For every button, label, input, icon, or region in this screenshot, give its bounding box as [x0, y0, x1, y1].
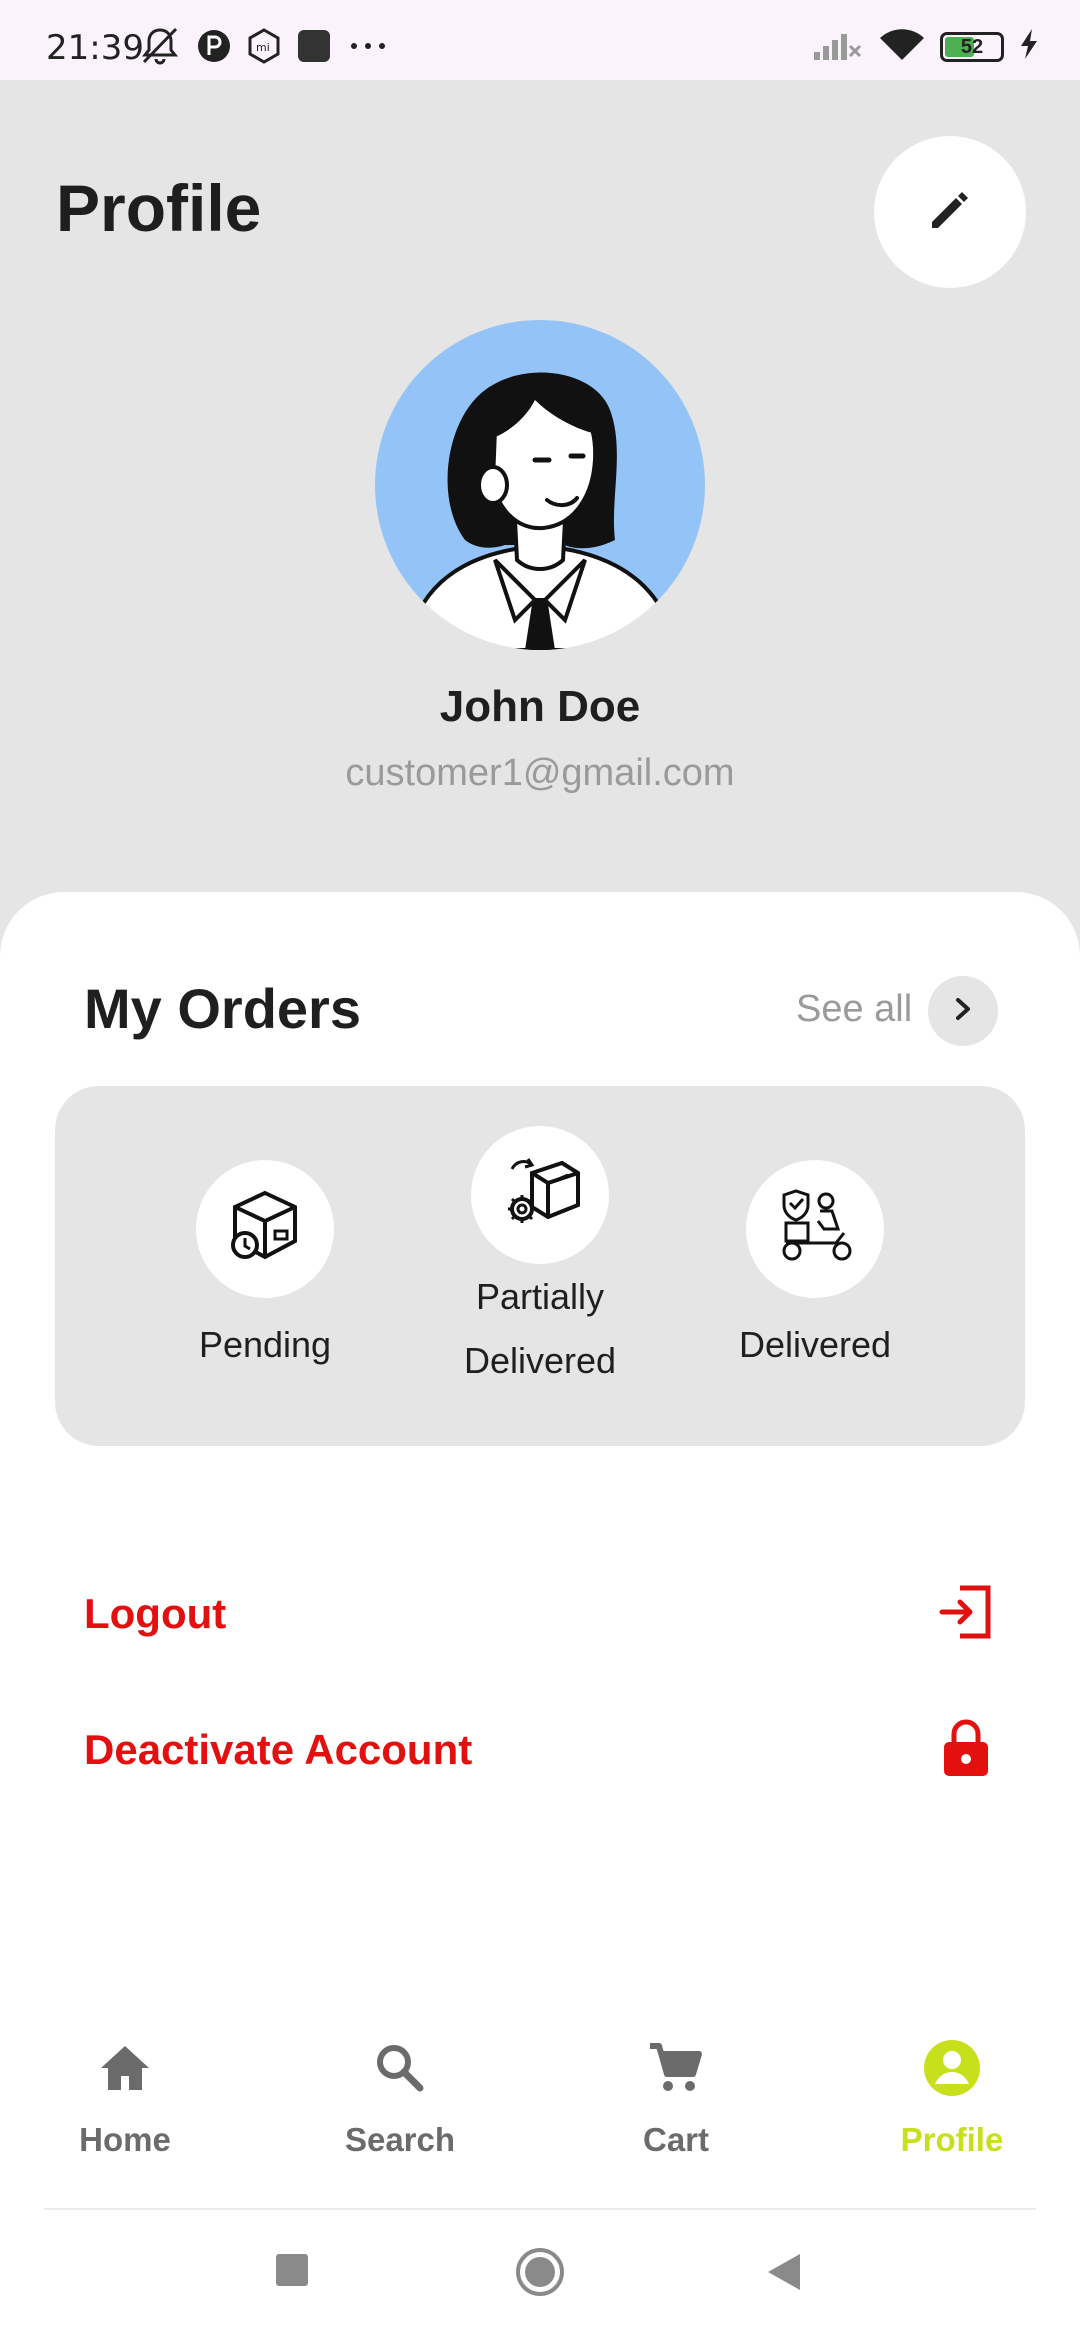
mute-icon [138, 26, 182, 71]
nav-search-label: Search [344, 2121, 456, 2158]
nav-divider [44, 2208, 1036, 2210]
status-time: 21:39 [46, 28, 144, 68]
deactivate-label: Deactivate Account [84, 1726, 473, 1773]
square-icon [296, 28, 332, 69]
wifi-icon [878, 26, 926, 67]
logout-icon [936, 1582, 996, 1647]
user-email: customer1@gmail.com [345, 752, 735, 794]
delivery-scooter-icon [772, 1187, 858, 1272]
pending-circle [196, 1160, 334, 1298]
order-status-pending[interactable]: Pending [165, 1160, 365, 1378]
pending-label: Pending [198, 1324, 332, 1365]
nav-profile[interactable]: Profile [852, 2038, 1052, 2159]
see-all-link[interactable]: See all [796, 988, 912, 1031]
nav-search[interactable]: Search [300, 2038, 500, 2159]
profile-header: Profile John Doe customer1@gmail.com [0, 80, 1080, 980]
lock-icon [936, 1716, 996, 1785]
box-clock-icon [225, 1187, 305, 1272]
mi-icon: mi [246, 28, 282, 69]
delivered-label: Delivered [738, 1324, 892, 1365]
back-button[interactable] [764, 2252, 804, 2297]
battery-icon: 52 [940, 31, 1004, 62]
bottom-nav: Home Search Cart Profile [0, 2010, 1080, 2210]
pencil-icon [926, 186, 974, 239]
order-status-delivered[interactable]: Delivered [715, 1160, 915, 1378]
system-nav-bar [0, 2212, 1080, 2340]
search-icon [370, 2038, 430, 2103]
nav-cart[interactable]: Cart [576, 2038, 776, 2159]
avatar [375, 320, 705, 650]
user-name: John Doe [439, 682, 641, 731]
home-icon [95, 2038, 155, 2103]
logout-label: Logout [84, 1590, 227, 1637]
svg-text:mi: mi [256, 41, 270, 54]
see-all-button[interactable] [928, 976, 998, 1046]
partially-label-line1: Partially [475, 1276, 605, 1317]
home-button[interactable] [514, 2246, 566, 2303]
box-gear-icon [498, 1151, 582, 1240]
more-icon [346, 28, 390, 69]
chevron-right-icon [948, 994, 978, 1029]
cart-icon [646, 2038, 706, 2103]
signal-icon [812, 26, 864, 67]
edit-profile-button[interactable] [874, 136, 1026, 288]
order-status-partially-delivered[interactable]: Partially Delivered [440, 1126, 640, 1394]
recents-button[interactable] [274, 2252, 310, 2293]
partially-delivered-circle [471, 1126, 609, 1264]
battery-level: 52 [960, 35, 984, 58]
delivered-circle [746, 1160, 884, 1298]
my-orders-title: My Orders [84, 977, 361, 1040]
partially-label-line2: Delivered [463, 1340, 617, 1381]
deactivate-account-row[interactable]: Deactivate Account [84, 1710, 996, 1790]
nav-home-label: Home [79, 2121, 171, 2158]
nav-cart-label: Cart [642, 2121, 710, 2158]
status-bar: 21:39 mi 52 [0, 0, 1080, 80]
profile-icon [922, 2038, 982, 2103]
app-icon [196, 28, 232, 69]
nav-home[interactable]: Home [25, 2038, 225, 2159]
logout-row[interactable]: Logout [84, 1574, 996, 1654]
page-title: Profile [56, 171, 262, 245]
orders-card: Pending Partially Delivered Delivered [55, 1086, 1025, 1446]
nav-profile-label: Profile [900, 2121, 1004, 2158]
charging-icon [1018, 27, 1040, 66]
